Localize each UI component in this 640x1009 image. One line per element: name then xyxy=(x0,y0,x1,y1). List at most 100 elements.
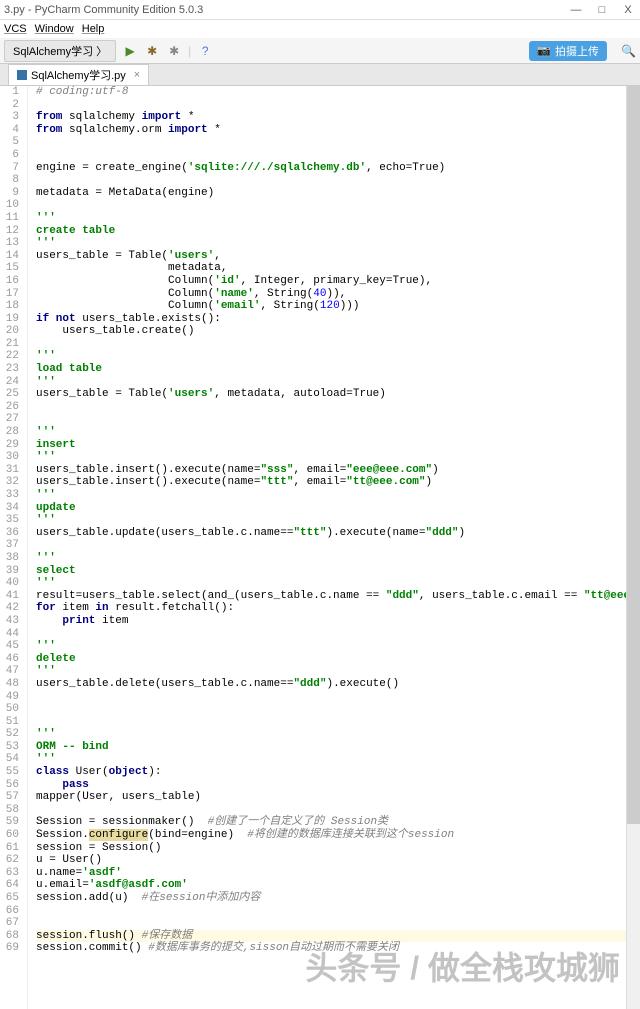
code-line[interactable]: metadata, xyxy=(36,262,640,275)
code-line[interactable]: session = Session() xyxy=(36,842,640,855)
code-line[interactable]: ''' xyxy=(36,489,640,502)
line-number: 38 xyxy=(0,552,19,565)
code-line[interactable]: u.name='asdf' xyxy=(36,867,640,880)
code-line[interactable]: ''' xyxy=(36,753,640,766)
upload-button[interactable]: 📷 拍摄上传 xyxy=(529,41,607,61)
code-line[interactable]: users_table = Table('users', metadata, a… xyxy=(36,388,640,401)
code-line[interactable]: update xyxy=(36,502,640,515)
line-number: 64 xyxy=(0,879,19,892)
code-line[interactable]: session.flush() #保存数据 xyxy=(36,930,640,943)
code-line[interactable]: load table xyxy=(36,363,640,376)
line-number: 66 xyxy=(0,905,19,918)
code-line[interactable]: ''' xyxy=(36,212,640,225)
code-line[interactable]: select xyxy=(36,565,640,578)
close-tab-icon[interactable]: × xyxy=(134,69,140,81)
code-line[interactable] xyxy=(36,703,640,716)
menu-window[interactable]: Window xyxy=(35,23,74,35)
code-line[interactable]: ''' xyxy=(36,350,640,363)
line-number: 19 xyxy=(0,313,19,326)
code-line[interactable]: Column('name', String(40)), xyxy=(36,288,640,301)
search-icon[interactable]: 🔍 xyxy=(621,44,636,58)
code-line[interactable]: ''' xyxy=(36,451,640,464)
code-line[interactable] xyxy=(36,628,640,641)
code-line[interactable]: session.add(u) #在session中添加内容 xyxy=(36,892,640,905)
code-line[interactable]: metadata = MetaData(engine) xyxy=(36,187,640,200)
close-button[interactable]: X xyxy=(620,4,636,16)
code-line[interactable] xyxy=(36,413,640,426)
code-line[interactable] xyxy=(36,917,640,930)
code-line[interactable]: ''' xyxy=(36,514,640,527)
help-icon[interactable]: ? xyxy=(197,43,213,59)
code-line[interactable]: insert xyxy=(36,439,640,452)
code-line[interactable]: from sqlalchemy.orm import * xyxy=(36,124,640,137)
code-line[interactable] xyxy=(36,99,640,112)
code-line[interactable]: pass xyxy=(36,779,640,792)
code-line[interactable]: Session = sessionmaker() #创建了一个自定义了的 Ses… xyxy=(36,816,640,829)
code-line[interactable]: Session.configure(bind=engine) #将创建的数据库连… xyxy=(36,829,640,842)
code-line[interactable] xyxy=(36,136,640,149)
code-line[interactable] xyxy=(36,338,640,351)
code-line[interactable]: delete xyxy=(36,653,640,666)
code-line[interactable]: ''' xyxy=(36,237,640,250)
debug-icon[interactable]: ✱ xyxy=(144,43,160,59)
code-line[interactable]: ''' xyxy=(36,665,640,678)
code-line[interactable]: engine = create_engine('sqlite:///./sqla… xyxy=(36,162,640,175)
code-line[interactable]: users_table.create() xyxy=(36,325,640,338)
code-line[interactable]: if not users_table.exists(): xyxy=(36,313,640,326)
code-line[interactable]: ''' xyxy=(36,577,640,590)
code-line[interactable]: result=users_table.select(and_(users_tab… xyxy=(36,590,640,603)
code-line[interactable]: users_table.insert().execute(name="sss",… xyxy=(36,464,640,477)
code-line[interactable]: ORM -- bind xyxy=(36,741,640,754)
code-line[interactable] xyxy=(36,174,640,187)
code-line[interactable] xyxy=(36,539,640,552)
code-line[interactable]: ''' xyxy=(36,552,640,565)
line-number: 63 xyxy=(0,867,19,880)
code-line[interactable]: u.email='asdf@asdf.com' xyxy=(36,879,640,892)
scroll-thumb[interactable] xyxy=(627,86,640,824)
code-line[interactable]: # coding:utf-8 xyxy=(36,86,640,99)
code-line[interactable]: class User(object): xyxy=(36,766,640,779)
code-line[interactable]: u = User() xyxy=(36,854,640,867)
code-line[interactable]: ''' xyxy=(36,728,640,741)
run-icon[interactable]: ▶ xyxy=(122,43,138,59)
code-line[interactable]: print item xyxy=(36,615,640,628)
file-tab[interactable]: SqlAlchemy学习.py × xyxy=(8,64,149,85)
code-line[interactable]: Column('email', String(120))) xyxy=(36,300,640,313)
code-line[interactable]: ''' xyxy=(36,376,640,389)
menu-help[interactable]: Help xyxy=(82,23,105,35)
app-title: 3.py - PyCharm Community Edition 5.0.3 xyxy=(4,4,568,16)
code-line[interactable] xyxy=(36,716,640,729)
menu-bar: VCS Window Help xyxy=(0,20,640,38)
line-number: 17 xyxy=(0,288,19,301)
maximize-button[interactable]: □ xyxy=(594,4,610,16)
line-number: 26 xyxy=(0,401,19,414)
code-line[interactable] xyxy=(36,401,640,414)
code-line[interactable]: users_table.delete(users_table.c.name=="… xyxy=(36,678,640,691)
code-line[interactable]: Column('id', Integer, primary_key=True), xyxy=(36,275,640,288)
code-line[interactable]: ''' xyxy=(36,426,640,439)
minimize-button[interactable]: — xyxy=(568,4,584,16)
menu-vcs[interactable]: VCS xyxy=(4,23,27,35)
code-line[interactable]: users_table.insert().execute(name="ttt",… xyxy=(36,476,640,489)
code-line[interactable] xyxy=(36,804,640,817)
line-number: 3 xyxy=(0,111,19,124)
line-number: 15 xyxy=(0,262,19,275)
code-line[interactable]: users_table.update(users_table.c.name=="… xyxy=(36,527,640,540)
code-line[interactable]: from sqlalchemy import * xyxy=(36,111,640,124)
code-line[interactable] xyxy=(36,905,640,918)
code-line[interactable]: mapper(User, users_table) xyxy=(36,791,640,804)
line-number: 2 xyxy=(0,99,19,112)
code-line[interactable]: users_table = Table('users', xyxy=(36,250,640,263)
code-line[interactable]: create table xyxy=(36,225,640,238)
code-line[interactable] xyxy=(36,199,640,212)
breadcrumb[interactable]: SqlAlchemy学习 〉 xyxy=(4,40,116,62)
code-editor[interactable]: 1234567891011121314151617181920212223242… xyxy=(0,86,640,1009)
vertical-scrollbar[interactable] xyxy=(626,86,640,1009)
code-line[interactable] xyxy=(36,149,640,162)
code-area[interactable]: # coding:utf-8 from sqlalchemy import *f… xyxy=(28,86,640,1009)
code-line[interactable] xyxy=(36,691,640,704)
code-line[interactable]: ''' xyxy=(36,640,640,653)
stop-icon[interactable]: ✱ xyxy=(166,43,182,59)
line-number: 58 xyxy=(0,804,19,817)
code-line[interactable]: for item in result.fetchall(): xyxy=(36,602,640,615)
